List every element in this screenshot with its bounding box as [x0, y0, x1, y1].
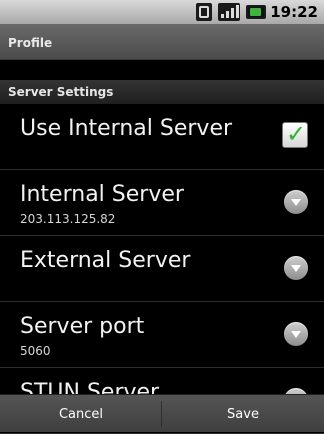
setting-external-server[interactable]: External Server: [0, 236, 324, 302]
section-title: Server Settings: [8, 85, 114, 99]
use-internal-server-checkbox[interactable]: [282, 120, 308, 148]
battery-icon: [246, 5, 266, 19]
setting-value: 5060: [20, 344, 51, 358]
wifi-icon: [196, 3, 212, 21]
profile-header: Profile: [0, 24, 324, 60]
setting-use-internal-server[interactable]: Use Internal Server: [0, 104, 324, 170]
setting-label: External Server: [20, 248, 191, 273]
setting-label: Server port: [20, 314, 145, 339]
setting-value: 203.113.125.82: [20, 212, 116, 226]
server-settings-header: Server Settings: [0, 80, 324, 104]
dropdown-arrow-icon[interactable]: [284, 190, 308, 214]
page-title: Profile: [8, 36, 53, 50]
status-bar: 19:22: [0, 0, 324, 24]
signal-icon: [218, 3, 240, 21]
setting-label: Internal Server: [20, 182, 184, 207]
status-icons: [196, 3, 266, 21]
setting-server-port[interactable]: Server port 5060: [0, 302, 324, 368]
cancel-button[interactable]: Cancel: [0, 395, 162, 433]
dropdown-arrow-icon[interactable]: [284, 322, 308, 346]
save-button[interactable]: Save: [162, 395, 324, 433]
setting-label: Use Internal Server: [20, 116, 233, 141]
setting-internal-server[interactable]: Internal Server 203.113.125.82: [0, 170, 324, 236]
action-bar: Cancel Save: [0, 394, 324, 432]
dropdown-arrow-icon[interactable]: [284, 256, 308, 280]
clock: 19:22: [270, 3, 318, 21]
